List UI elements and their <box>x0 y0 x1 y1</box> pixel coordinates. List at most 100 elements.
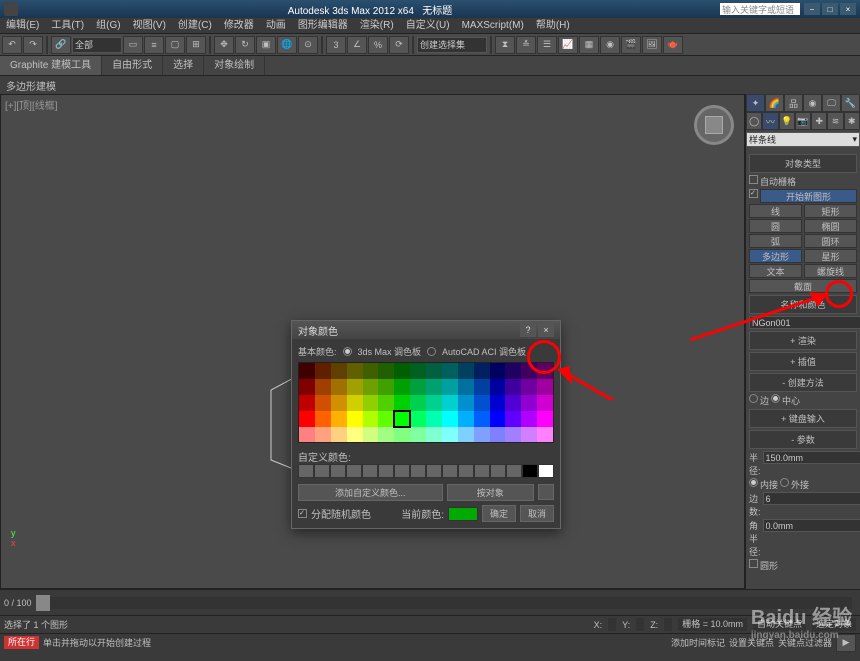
color-swatch[interactable] <box>458 395 474 411</box>
color-swatch[interactable] <box>299 427 315 443</box>
color-swatch[interactable] <box>331 363 347 379</box>
lights-subtab[interactable]: 💡 <box>779 112 795 130</box>
color-swatch[interactable] <box>363 363 379 379</box>
creation-method-rollout[interactable]: - 创建方法 <box>749 373 857 392</box>
custom-color-swatch[interactable] <box>426 464 442 478</box>
shape-type-button[interactable]: 弧 <box>749 234 802 248</box>
color-swatch[interactable] <box>299 363 315 379</box>
color-swatch[interactable] <box>442 427 458 443</box>
menu-item[interactable]: 组(G) <box>90 18 126 33</box>
select-button[interactable]: ▭ <box>123 36 143 54</box>
color-swatch[interactable] <box>458 411 474 427</box>
inscribed-radio[interactable] <box>749 478 758 487</box>
autokey-button[interactable]: 自动关键点 <box>753 618 806 631</box>
circular-checkbox[interactable] <box>749 559 758 568</box>
color-swatch[interactable] <box>426 427 442 443</box>
coord-z-input[interactable] <box>664 618 672 631</box>
color-swatch[interactable] <box>537 363 553 379</box>
color-swatch[interactable] <box>394 411 410 427</box>
hierarchy-tab[interactable]: 品 <box>784 94 803 112</box>
color-swatch[interactable] <box>378 363 394 379</box>
shape-type-button[interactable]: 矩形 <box>804 204 857 218</box>
color-swatch[interactable] <box>426 363 442 379</box>
color-swatch[interactable] <box>474 363 490 379</box>
color-swatch[interactable] <box>442 395 458 411</box>
move-button[interactable]: ✥ <box>214 36 234 54</box>
redo-button[interactable]: ↷ <box>23 36 43 54</box>
color-swatch[interactable] <box>363 411 379 427</box>
custom-color-swatch[interactable] <box>474 464 490 478</box>
maximize-button[interactable]: □ <box>822 3 838 15</box>
color-swatch[interactable] <box>537 379 553 395</box>
color-swatch[interactable] <box>347 395 363 411</box>
color-swatch[interactable] <box>505 379 521 395</box>
color-swatch[interactable] <box>474 427 490 443</box>
custom-color-swatch[interactable] <box>298 464 314 478</box>
window-crossing-button[interactable]: ⊞ <box>186 36 206 54</box>
color-swatch[interactable] <box>347 379 363 395</box>
dialog-help-button[interactable]: ? <box>520 323 536 337</box>
color-swatch[interactable] <box>315 379 331 395</box>
custom-color-swatch[interactable] <box>330 464 346 478</box>
selection-filter-dropdown[interactable]: 全部 <box>72 37 122 53</box>
color-swatch[interactable] <box>410 363 426 379</box>
render-setup-button[interactable]: 🎬 <box>621 36 641 54</box>
custom-color-swatch[interactable] <box>442 464 458 478</box>
schematic-button[interactable]: ▦ <box>579 36 599 54</box>
help-search-input[interactable]: 输入关键字或短语 <box>720 3 800 15</box>
sides-input[interactable] <box>763 492 860 505</box>
ribbon-tab[interactable]: 选择 <box>163 56 204 75</box>
play-button[interactable]: ▶ <box>836 634 856 652</box>
color-swatch[interactable] <box>410 395 426 411</box>
add-custom-color-button[interactable]: 添加自定义颜色... <box>298 484 443 501</box>
menu-item[interactable]: 自定义(U) <box>400 18 456 33</box>
custom-color-swatch[interactable] <box>346 464 362 478</box>
custom-color-swatch[interactable] <box>410 464 426 478</box>
center-radio[interactable] <box>771 394 780 403</box>
align-button[interactable]: ≛ <box>516 36 536 54</box>
color-swatch[interactable] <box>299 395 315 411</box>
color-swatch[interactable] <box>490 363 506 379</box>
menu-item[interactable]: 编辑(E) <box>0 18 45 33</box>
color-swatch[interactable] <box>537 395 553 411</box>
shape-type-button[interactable]: 圆 <box>749 219 802 233</box>
corner-radius-input[interactable] <box>763 519 860 532</box>
named-selection-dropdown[interactable]: 创建选择集 <box>417 37 487 53</box>
color-swatch[interactable] <box>426 411 442 427</box>
shape-type-button[interactable]: 螺旋线 <box>804 264 857 278</box>
mirror-button[interactable]: ⧗ <box>495 36 515 54</box>
by-object-button[interactable]: 按对象 <box>447 484 535 501</box>
color-swatch[interactable] <box>537 427 553 443</box>
object-name-input[interactable] <box>749 316 860 329</box>
snap-button[interactable]: 3 <box>326 36 346 54</box>
color-swatch[interactable] <box>474 411 490 427</box>
rect-select-button[interactable]: ▢ <box>165 36 185 54</box>
color-swatch[interactable] <box>363 395 379 411</box>
shape-type-button[interactable]: 文本 <box>749 264 802 278</box>
color-swatch[interactable] <box>331 379 347 395</box>
color-swatch[interactable] <box>442 379 458 395</box>
render-frame-button[interactable]: 🖼 <box>642 36 662 54</box>
helpers-subtab[interactable]: ✚ <box>811 112 827 130</box>
color-swatch[interactable] <box>426 395 442 411</box>
ribbon-tab[interactable]: Graphite 建模工具 <box>0 56 102 75</box>
custom-color-swatch[interactable] <box>506 464 522 478</box>
start-new-shape-button[interactable]: 开始新图形 <box>760 189 857 203</box>
color-swatch[interactable] <box>347 427 363 443</box>
autocad-palette-radio[interactable] <box>427 347 436 356</box>
menu-item[interactable]: 帮助(H) <box>530 18 576 33</box>
ribbon-tab[interactable]: 自由形式 <box>102 56 163 75</box>
color-swatch[interactable] <box>378 395 394 411</box>
percent-snap-button[interactable]: % <box>368 36 388 54</box>
curve-editor-button[interactable]: 📈 <box>558 36 578 54</box>
cameras-subtab[interactable]: 📷 <box>795 112 811 130</box>
color-swatch[interactable] <box>521 411 537 427</box>
select-name-button[interactable]: ≡ <box>144 36 164 54</box>
start-new-shape-checkbox[interactable] <box>749 189 758 198</box>
autogrid-checkbox[interactable] <box>749 175 758 184</box>
color-swatch[interactable] <box>505 363 521 379</box>
refcoord-button[interactable]: 🌐 <box>277 36 297 54</box>
parameters-rollout[interactable]: - 参数 <box>749 430 857 449</box>
color-swatch[interactable] <box>315 395 331 411</box>
cancel-button[interactable]: 取消 <box>520 505 554 522</box>
